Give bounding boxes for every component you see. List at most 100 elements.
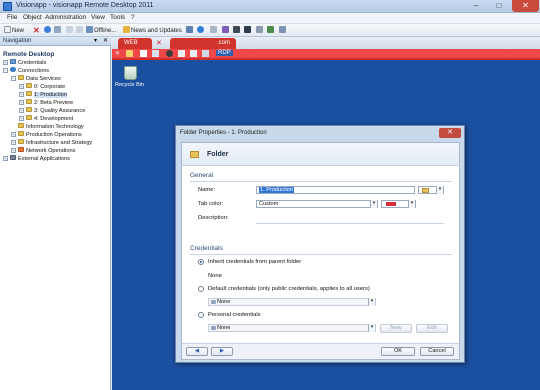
tree-item-label: Connections xyxy=(18,68,50,74)
tree-expander-icon[interactable]: + xyxy=(19,108,24,113)
session-eye-icon[interactable] xyxy=(166,50,173,57)
new-credentials-button[interactable]: New xyxy=(380,324,412,333)
chart-icon[interactable] xyxy=(267,26,275,35)
tool2-icon[interactable] xyxy=(256,26,264,35)
close-button[interactable]: ✕ xyxy=(512,0,539,12)
tree-item[interactable]: + Production Operations xyxy=(3,131,109,139)
cancel-button[interactable]: Cancel xyxy=(420,347,454,356)
new-label: New xyxy=(12,28,25,34)
folder-picker-icon xyxy=(422,188,429,193)
tree-item[interactable]: − Data Services xyxy=(3,75,109,83)
new-button[interactable]: New xyxy=(4,26,24,35)
panel-close-icon[interactable]: ✕ xyxy=(103,37,108,44)
tree-item[interactable]: +1: Production xyxy=(3,91,109,99)
session-close-icon[interactable]: ✕ xyxy=(115,50,120,57)
news-button[interactable]: News and Updates xyxy=(123,26,182,35)
session-lock-icon[interactable] xyxy=(126,50,133,57)
inherit-radio[interactable] xyxy=(198,259,204,265)
tree-item[interactable]: + External Applications xyxy=(3,155,109,163)
binoculars-icon[interactable] xyxy=(233,26,241,35)
export-icon[interactable] xyxy=(76,26,84,35)
default-credentials-select[interactable]: None ▾ xyxy=(208,298,376,306)
tool-icon[interactable] xyxy=(210,26,218,35)
panel-icon[interactable] xyxy=(279,26,287,35)
pin-icon[interactable]: ▾ xyxy=(94,37,97,44)
terminal-icon[interactable] xyxy=(244,26,252,35)
tree-expander-icon[interactable]: + xyxy=(3,156,8,161)
tab-color-select[interactable]: Custom ▾ xyxy=(256,200,378,208)
description-input[interactable] xyxy=(256,223,444,224)
tree-expander-icon[interactable]: + xyxy=(11,140,16,145)
menu-object[interactable]: Object xyxy=(23,14,42,21)
offline-button[interactable]: Offline... xyxy=(86,26,116,35)
wand-icon[interactable] xyxy=(222,26,230,35)
inherit-label: Inherit credentials from parent folder xyxy=(208,259,302,265)
tab-web[interactable]: WEB xyxy=(118,38,152,49)
properties-icon[interactable] xyxy=(54,26,62,35)
chevron-down-icon: ▾ xyxy=(368,324,375,332)
ok-button[interactable]: OK xyxy=(381,347,415,356)
import-icon[interactable] xyxy=(66,26,74,35)
name-input[interactable]: 1. Production xyxy=(256,186,415,194)
inherit-value: None xyxy=(208,273,222,279)
menu-tools[interactable]: Tools xyxy=(110,14,125,21)
personal-credentials-select[interactable]: None ▾ xyxy=(208,324,376,332)
tree-item[interactable]: +2: Beta Preview xyxy=(3,99,109,107)
tree-expander-icon[interactable]: + xyxy=(11,132,16,137)
tree-item[interactable]: + Infrastructure and Strategy xyxy=(3,139,109,147)
chevron-down-icon: ▾ xyxy=(368,298,375,306)
globe-icon[interactable] xyxy=(197,26,205,35)
tree-item[interactable]: +3: Quality Assurance xyxy=(3,107,109,115)
session-paste-icon[interactable] xyxy=(190,50,197,57)
tree-item[interactable]: Information Technology xyxy=(3,123,109,131)
tree-expander-icon[interactable]: + xyxy=(19,84,24,89)
session-screen-icon[interactable] xyxy=(140,50,147,57)
tree-item[interactable]: + Network Operations xyxy=(3,147,109,155)
dialog-close-button[interactable]: ✕ xyxy=(439,128,461,138)
session-window-icon[interactable] xyxy=(152,50,159,57)
tree-expander-icon[interactable]: + xyxy=(19,100,24,105)
default-radio[interactable] xyxy=(198,286,204,292)
forward-button[interactable]: ▶ xyxy=(211,347,233,356)
tree-expander-icon[interactable]: + xyxy=(19,92,24,97)
navigation-header-title: Navigation xyxy=(3,38,32,44)
connection-tree: + Credentials − Connections − Data Services +0… xyxy=(3,59,109,163)
refresh-icon[interactable] xyxy=(44,26,52,35)
tree-expander-icon[interactable]: + xyxy=(11,148,16,153)
session-copy-icon[interactable] xyxy=(178,50,185,57)
tree-item[interactable]: + Credentials xyxy=(3,59,109,67)
navigation-title: Remote Desktop xyxy=(3,51,55,58)
personal-label: Personal credentials xyxy=(208,312,261,318)
personal-radio[interactable] xyxy=(198,312,204,318)
folder-icon-picker[interactable]: ▾ xyxy=(418,186,444,194)
edit-credentials-button[interactable]: Edit xyxy=(416,324,448,333)
recycle-bin-icon[interactable] xyxy=(124,66,137,80)
tree-expander-icon[interactable]: + xyxy=(19,116,24,121)
tree-expander-icon[interactable]: − xyxy=(11,76,16,81)
menu-file[interactable]: File xyxy=(7,14,17,21)
menu-view[interactable]: View xyxy=(91,14,105,21)
back-button[interactable]: ◀ xyxy=(186,347,208,356)
tree-expander-icon[interactable]: − xyxy=(3,68,8,73)
tree-item[interactable]: +0: Corporate xyxy=(3,83,109,91)
menu-help[interactable]: ? xyxy=(131,14,135,21)
menu-administration[interactable]: Administration xyxy=(45,14,86,21)
tree-item-label: 3: Quality Assurance xyxy=(34,108,86,114)
folder-icon xyxy=(18,139,24,144)
tree-item[interactable]: +4: Development xyxy=(3,115,109,123)
dialog-title: Folder Properties - 1. Production xyxy=(180,130,267,136)
tab-close-icon[interactable]: ✕ xyxy=(156,39,162,47)
grid-icon[interactable] xyxy=(186,26,194,35)
folder-icon xyxy=(190,151,199,158)
delete-icon[interactable]: ✕ xyxy=(33,26,40,35)
tab-com[interactable]: .com xyxy=(170,38,236,49)
tree-item[interactable]: − Connections xyxy=(3,67,109,75)
general-heading: General xyxy=(190,172,214,179)
rdp-label[interactable]: RDP xyxy=(216,50,233,56)
maximize-button[interactable]: □ xyxy=(489,0,509,12)
tab-color-label: Tab color: xyxy=(198,201,224,207)
tree-expander-icon[interactable]: + xyxy=(3,60,8,65)
session-settings-icon[interactable] xyxy=(202,50,209,57)
color-picker[interactable]: ▾ xyxy=(381,200,416,208)
minimize-button[interactable]: – xyxy=(466,0,486,12)
